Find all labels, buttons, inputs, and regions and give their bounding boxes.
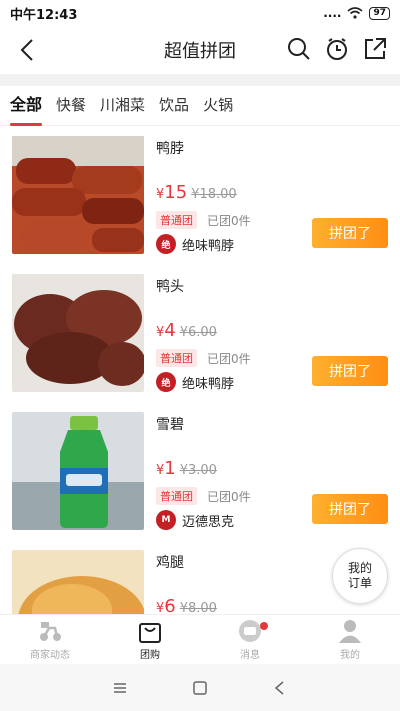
shop-info: 绝 绝味鸭脖 bbox=[156, 372, 234, 392]
price-value: 4 bbox=[164, 320, 176, 341]
shop-logo: M bbox=[156, 510, 176, 530]
my-orders-line1: 我的 bbox=[347, 561, 372, 575]
tabbar-label: 商家动态 bbox=[30, 650, 70, 661]
item-price: ¥6 ¥8.00 bbox=[156, 596, 217, 614]
tab-sichuan-hunan[interactable]: 川湘菜 bbox=[100, 86, 145, 126]
shop-name: 绝味鸭脖 bbox=[182, 238, 235, 254]
tab-all[interactable]: 全部 bbox=[10, 86, 43, 126]
item-name: 鸭头 bbox=[156, 279, 184, 295]
joined-count: 已团0件 bbox=[207, 213, 251, 228]
join-group-button[interactable]: 拼团了 bbox=[312, 494, 388, 524]
status-time: 中午12:43 bbox=[10, 7, 78, 23]
duck-neck-photo bbox=[12, 136, 144, 254]
shop-info: 绝 绝味鸭脖 bbox=[156, 234, 234, 254]
menu-icon[interactable] bbox=[112, 680, 128, 696]
tabbar-item-profile[interactable]: 我的 bbox=[300, 615, 400, 664]
group-type-badge: 普通团 bbox=[156, 211, 197, 229]
duck-head-photo bbox=[12, 274, 144, 392]
share-icon[interactable] bbox=[362, 36, 388, 62]
status-bar: 中午12:43 .... 97 bbox=[0, 0, 400, 26]
shop-name: 迈德思克 bbox=[182, 514, 235, 530]
screen: 中午12:43 .... 97 超值拼团 全部 快餐 川湘菜 饮品 火锅 鸭脖 … bbox=[0, 0, 400, 711]
item-price: ¥15 ¥18.00 bbox=[156, 182, 237, 203]
system-back-icon[interactable] bbox=[272, 680, 288, 696]
person-icon bbox=[339, 620, 361, 643]
message-icon bbox=[239, 620, 261, 642]
joined-count: 已团0件 bbox=[207, 489, 251, 504]
unread-badge bbox=[260, 622, 268, 630]
bag-icon bbox=[139, 623, 161, 643]
tabbar-label: 我的 bbox=[340, 650, 360, 661]
tabbar-item-merchant-news[interactable]: 商家动态 bbox=[0, 615, 100, 664]
original-price: ¥8.00 bbox=[179, 601, 217, 614]
header-divider bbox=[0, 74, 400, 86]
group-type-badge: 普通团 bbox=[156, 349, 197, 367]
price-value: 6 bbox=[164, 596, 176, 614]
tabbar-item-messages[interactable]: 消息 bbox=[200, 615, 300, 664]
original-price: ¥18.00 bbox=[191, 187, 237, 202]
item-price: ¥1 ¥3.00 bbox=[156, 458, 217, 479]
shop-logo: 绝 bbox=[156, 234, 176, 254]
join-group-button[interactable]: 拼团了 bbox=[312, 356, 388, 386]
item-name: 鸡腿 bbox=[156, 555, 184, 571]
list-item[interactable]: 鸭脖 ¥15 ¥18.00 普通团 已团0件 绝 绝味鸭脖 拼团了 bbox=[0, 126, 400, 264]
price-value: 15 bbox=[164, 182, 188, 203]
chicken-leg-photo bbox=[12, 550, 144, 614]
battery-icon: 97 bbox=[369, 6, 390, 20]
my-orders-line2: 订单 bbox=[347, 576, 372, 590]
shop-info: M 迈德思克 bbox=[156, 510, 234, 530]
item-price: ¥4 ¥6.00 bbox=[156, 320, 217, 341]
search-icon[interactable] bbox=[286, 36, 312, 62]
shop-name: 绝味鸭脖 bbox=[182, 376, 235, 392]
sprite-bottle-photo bbox=[12, 412, 144, 530]
group-type-badge: 普通团 bbox=[156, 487, 197, 505]
tag-row: 普通团 已团0件 bbox=[156, 211, 251, 229]
tag-row: 普通团 已团0件 bbox=[156, 487, 251, 505]
original-price: ¥6.00 bbox=[179, 325, 217, 340]
price-value: 1 bbox=[164, 458, 176, 479]
bottom-tab-bar: 商家动态 团购 消息 我的 bbox=[0, 614, 400, 664]
status-icons: .... 97 bbox=[323, 6, 390, 20]
wifi-icon bbox=[347, 7, 363, 19]
item-name: 鸭脖 bbox=[156, 141, 184, 157]
tab-hotpot[interactable]: 火锅 bbox=[203, 86, 233, 126]
tab-drinks[interactable]: 饮品 bbox=[159, 86, 189, 126]
item-name: 雪碧 bbox=[156, 417, 184, 433]
category-tabs: 全部 快餐 川湘菜 饮品 火锅 bbox=[0, 86, 400, 126]
product-list: 鸭脖 ¥15 ¥18.00 普通团 已团0件 绝 绝味鸭脖 拼团了 鸭头 ¥4 … bbox=[0, 126, 400, 614]
home-icon[interactable] bbox=[192, 680, 208, 696]
join-group-button[interactable]: 拼团了 bbox=[312, 218, 388, 248]
my-orders-button[interactable]: 我的 订单 bbox=[332, 548, 388, 604]
nav-actions bbox=[286, 36, 388, 62]
shop-logo: 绝 bbox=[156, 372, 176, 392]
system-nav-bar bbox=[0, 664, 400, 711]
timer-icon[interactable] bbox=[324, 36, 350, 62]
scooter-icon bbox=[40, 622, 61, 641]
tabbar-label: 团购 bbox=[140, 650, 160, 661]
tabbar-item-group-buy[interactable]: 团购 bbox=[100, 615, 200, 664]
tab-fast-food[interactable]: 快餐 bbox=[56, 86, 86, 126]
joined-count: 已团0件 bbox=[207, 351, 251, 366]
signal-dots: .... bbox=[323, 6, 342, 20]
tag-row: 普通团 已团0件 bbox=[156, 349, 251, 367]
list-item[interactable]: 鸭头 ¥4 ¥6.00 普通团 已团0件 绝 绝味鸭脖 拼团了 bbox=[0, 264, 400, 402]
nav-bar: 超值拼团 bbox=[0, 26, 400, 74]
list-item[interactable]: 雪碧 ¥1 ¥3.00 普通团 已团0件 M 迈德思克 拼团了 bbox=[0, 402, 400, 540]
original-price: ¥3.00 bbox=[179, 463, 217, 478]
tabbar-label: 消息 bbox=[240, 650, 260, 661]
